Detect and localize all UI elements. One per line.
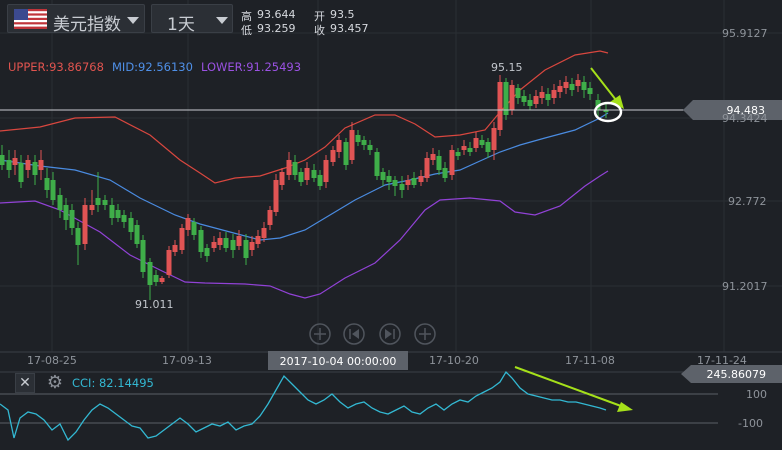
ohlc-open-value: 93.5 <box>330 8 355 21</box>
chevron-down-icon <box>127 17 139 24</box>
cci-current-badge-text: 245.86079 <box>707 368 767 381</box>
candle <box>140 235 146 278</box>
cci-lower-level-label: -100 <box>738 417 763 430</box>
ohlc-close-value: 93.457 <box>330 22 369 35</box>
price-tick: 91.2017 <box>722 280 768 293</box>
cci-upper-level-label: 100 <box>746 388 767 401</box>
symbol-label: 美元指数 <box>53 15 121 35</box>
candle <box>449 145 455 180</box>
price-tick: 94.3424 <box>722 112 768 125</box>
lower-band-label: LOWER:91.25493 <box>201 60 301 74</box>
chart-canvas[interactable]: 94.483 UPPER:93.86768 MID:92.56130 LOWER… <box>0 0 782 450</box>
ohlc-high-value: 93.644 <box>257 8 296 21</box>
max-price-label: 95.15 <box>491 61 523 74</box>
candle <box>179 224 185 254</box>
symbol-selector[interactable]: 美元指数 <box>7 4 145 35</box>
min-price-label: 91.011 <box>135 298 174 311</box>
candle <box>166 246 172 278</box>
chevron-down-icon <box>216 17 228 24</box>
us-flag-icon <box>14 9 47 29</box>
candle <box>503 78 509 120</box>
candle <box>273 174 279 216</box>
date-tick: 17-08-25 <box>27 354 77 367</box>
candle <box>497 75 503 136</box>
period-selector[interactable]: 1天 <box>151 4 233 35</box>
date-tick: 17-11-08 <box>565 354 615 367</box>
date-tick: 17-10-20 <box>429 354 479 367</box>
mid-band-label: MID:92.56130 <box>112 60 193 74</box>
candle <box>374 148 380 180</box>
cci-value-label: CCI: 82.14495 <box>72 376 154 390</box>
gear-icon[interactable]: ⚙ <box>44 373 66 393</box>
crosshair-date-text: 2017-10-04 00:00:00 <box>280 355 397 368</box>
ohlc-close-label: 收 <box>314 24 325 37</box>
candle <box>82 198 88 250</box>
period-label: 1天 <box>167 15 195 35</box>
price-tick: 95.9127 <box>722 27 768 40</box>
date-tick: 17-09-13 <box>162 354 212 367</box>
ohlc-low-label: 低 <box>241 24 252 37</box>
ohlc-low-value: 93.259 <box>257 22 296 35</box>
close-icon[interactable]: ✕ <box>15 373 35 393</box>
price-tick: 92.772 <box>728 195 767 208</box>
upper-band-label: UPPER:93.86768 <box>8 60 104 74</box>
